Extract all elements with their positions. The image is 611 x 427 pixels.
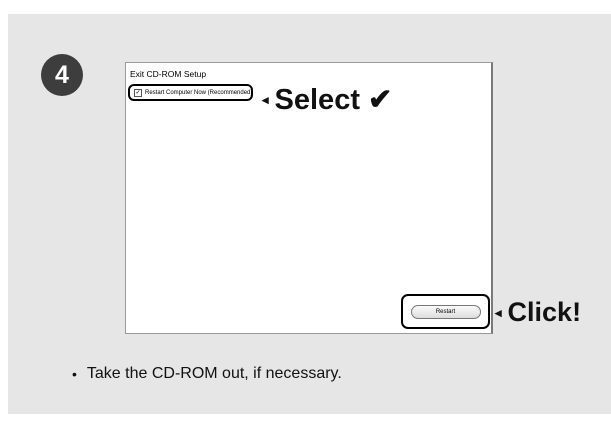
- instruction-panel: 4 Exit CD-ROM Setup ✓ Restart Computer N…: [8, 14, 611, 414]
- instruction-text: Take the CD-ROM out, if necessary.: [86, 365, 342, 382]
- pointer-left-icon: ◂: [262, 92, 269, 107]
- select-callout-text: Select ✔: [274, 84, 393, 116]
- click-callout-text: Click!: [507, 297, 582, 327]
- restart-now-option[interactable]: ✓ Restart Computer Now (Recommended): [128, 84, 253, 101]
- pointer-left-icon: ◂: [495, 305, 502, 320]
- restart-now-label: Restart Computer Now (Recommended): [145, 89, 253, 96]
- select-callout: ◂ Select ✔: [262, 82, 392, 117]
- click-callout: ◂ Click!: [495, 297, 581, 328]
- restart-button[interactable]: Restart: [410, 304, 481, 319]
- restart-highlight: Restart: [401, 294, 490, 329]
- window-title: Exit CD-ROM Setup: [130, 69, 207, 79]
- bullet-icon: •: [72, 366, 77, 382]
- instruction-item: • Take the CD-ROM out, if necessary.: [72, 365, 342, 383]
- step-number-badge: 4: [41, 54, 83, 96]
- restart-now-checkbox[interactable]: ✓: [134, 88, 142, 97]
